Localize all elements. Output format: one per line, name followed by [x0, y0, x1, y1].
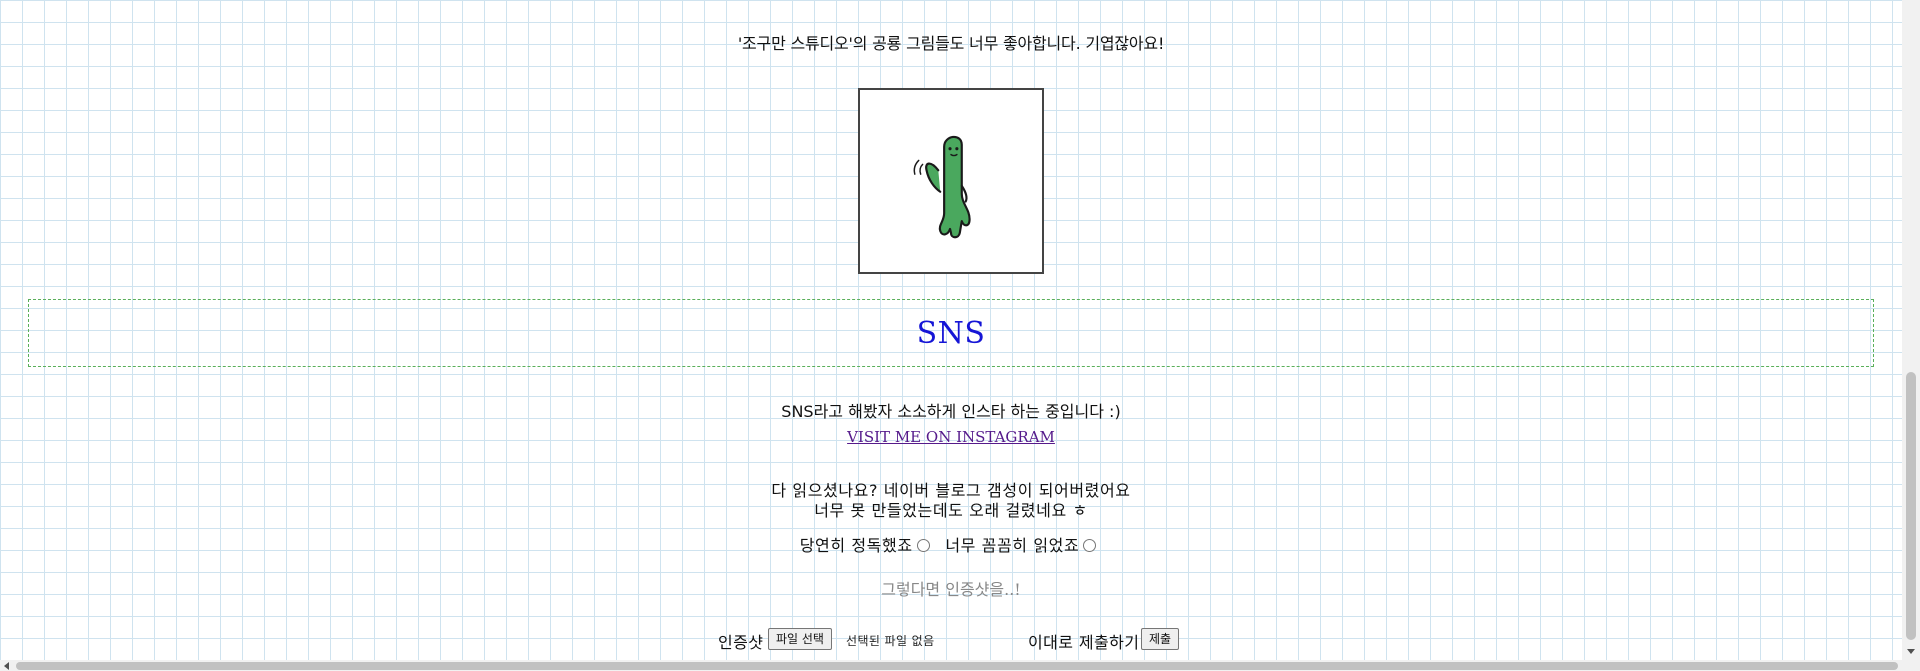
- page: '조구만 스튜디오'의 공룡 그림들도 너무 좋아합니다. 기엽잖아요! SNS…: [0, 0, 1902, 660]
- radio-option-read-carefully[interactable]: 당연히 정독했죠: [800, 536, 936, 555]
- radio-read-thoroughly[interactable]: [1083, 539, 1097, 552]
- submit-label: 이대로 제출하기: [1028, 633, 1140, 652]
- file-status-text: 선택된 파일 없음: [846, 634, 935, 648]
- horizontal-scrollbar[interactable]: [0, 660, 1920, 671]
- submit-button[interactable]: 제출: [1141, 628, 1180, 650]
- read-confirm-radio-group: 당연히 정독했죠 너무 꼼꼼히 읽었죠: [0, 532, 1902, 556]
- proof-shot-hint: 그렇다면 인증샷을..!: [881, 580, 1021, 599]
- section-title-sns: SNS: [916, 315, 986, 351]
- horizontal-scrollbar-thumb[interactable]: [16, 662, 1898, 670]
- vertical-scrollbar[interactable]: [1902, 0, 1920, 660]
- radio-read-carefully[interactable]: [916, 539, 930, 552]
- sns-description: SNS라고 해봤자 소소하게 인스타 하는 중입니다 :): [781, 402, 1121, 421]
- instagram-link[interactable]: VISIT ME ON INSTAGRAM: [847, 428, 1055, 446]
- radio-option-read-thoroughly[interactable]: 너무 꼼꼼히 읽었죠: [945, 536, 1102, 555]
- survey-question-line-2: 너무 못 만들었는데도 오래 걸렸네요 ㅎ: [814, 501, 1088, 520]
- green-dinosaur-waving-icon: [913, 135, 971, 239]
- gallery-caption: '조구만 스튜디오'의 공룡 그림들도 너무 좋아합니다. 기엽잖아요!: [737, 34, 1165, 53]
- proof-shot-label: 인증샷: [718, 633, 764, 652]
- choose-file-button[interactable]: 파일 선택: [768, 628, 832, 650]
- dinosaur-image: [858, 88, 1044, 274]
- radio-label-read-thoroughly: 너무 꼼꼼히 읽었죠: [945, 536, 1080, 555]
- scroll-down-arrow-icon[interactable]: [1907, 649, 1915, 654]
- scroll-left-arrow-icon[interactable]: [4, 662, 9, 670]
- radio-label-read-carefully: 당연히 정독했죠: [799, 536, 913, 555]
- sns-section-header: SNS: [28, 299, 1874, 367]
- upload-form: 인증샷 파일 선택 선택된 파일 없음 이대로 제출하기 제출: [0, 627, 1902, 652]
- vertical-scrollbar-thumb[interactable]: [1906, 372, 1916, 640]
- instagram-link-wrapper: VISIT ME ON INSTAGRAM: [0, 428, 1902, 446]
